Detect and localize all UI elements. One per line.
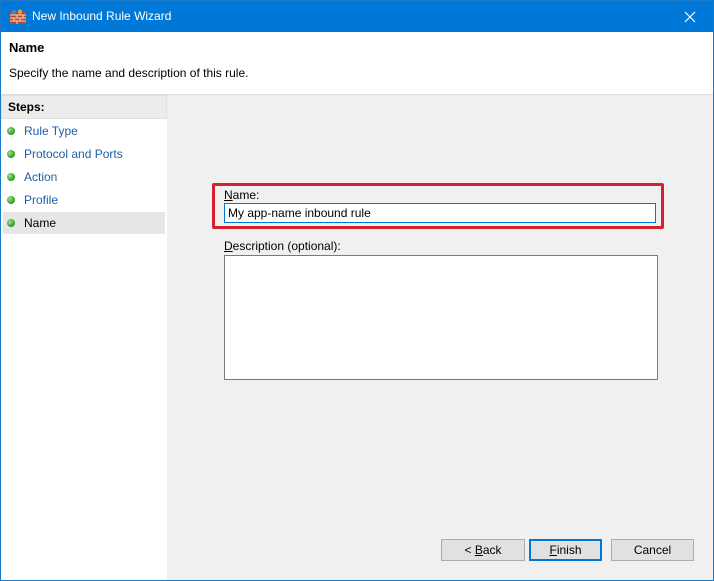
steps-sidebar: Steps: Rule Type Protocol and Ports Acti… [1, 95, 167, 580]
step-rule-type[interactable]: Rule Type [3, 120, 165, 142]
step-label: Profile [24, 193, 59, 207]
page-heading: Name [9, 40, 45, 55]
step-label: Action [24, 170, 58, 184]
step-label: Protocol and Ports [24, 147, 123, 161]
finish-mnemonic: F [549, 543, 557, 557]
rule-description-input[interactable] [224, 255, 658, 380]
close-icon [684, 11, 696, 22]
step-profile[interactable]: Profile [3, 189, 165, 211]
rule-name-input[interactable] [224, 203, 656, 223]
cancel-button[interactable]: Cancel [611, 539, 694, 561]
step-complete-icon [7, 127, 15, 135]
wizard-header: Name Specify the name and description of… [1, 32, 713, 95]
step-complete-icon [7, 196, 15, 204]
step-protocol-and-ports[interactable]: Protocol and Ports [3, 143, 165, 165]
description-label: Description (optional): [224, 239, 341, 253]
name-label-text: ame: [232, 188, 260, 202]
wizard-window: New Inbound Rule Wizard Name Specify the… [0, 0, 714, 581]
page-subtitle: Specify the name and description of this… [9, 66, 249, 80]
name-label-mnemonic: N [224, 188, 233, 202]
back-text: ack [482, 543, 502, 557]
description-label-mnemonic: D [224, 239, 233, 253]
close-button[interactable] [667, 1, 713, 32]
step-complete-icon [7, 173, 15, 181]
back-prefix: < [464, 543, 475, 557]
step-label: Name [24, 216, 57, 230]
step-label: Rule Type [24, 124, 78, 138]
title-bar[interactable]: New Inbound Rule Wizard [1, 1, 713, 32]
finish-text: inish [556, 543, 582, 557]
name-label: Name: [224, 188, 259, 202]
finish-button[interactable]: Finish [529, 539, 602, 561]
step-current-icon [7, 219, 15, 227]
firewall-icon [10, 9, 26, 24]
step-action[interactable]: Action [3, 166, 165, 188]
step-complete-icon [7, 150, 15, 158]
back-mnemonic: B [474, 543, 483, 557]
steps-header: Steps: [1, 95, 167, 119]
window-title: New Inbound Rule Wizard [32, 9, 172, 23]
steps-title: Steps: [8, 100, 45, 114]
step-name[interactable]: Name [3, 212, 165, 234]
description-label-text: escription (optional): [232, 239, 341, 253]
back-button[interactable]: < Back [441, 539, 525, 561]
wizard-content: Name: Description (optional): < Back Fin… [168, 95, 713, 580]
